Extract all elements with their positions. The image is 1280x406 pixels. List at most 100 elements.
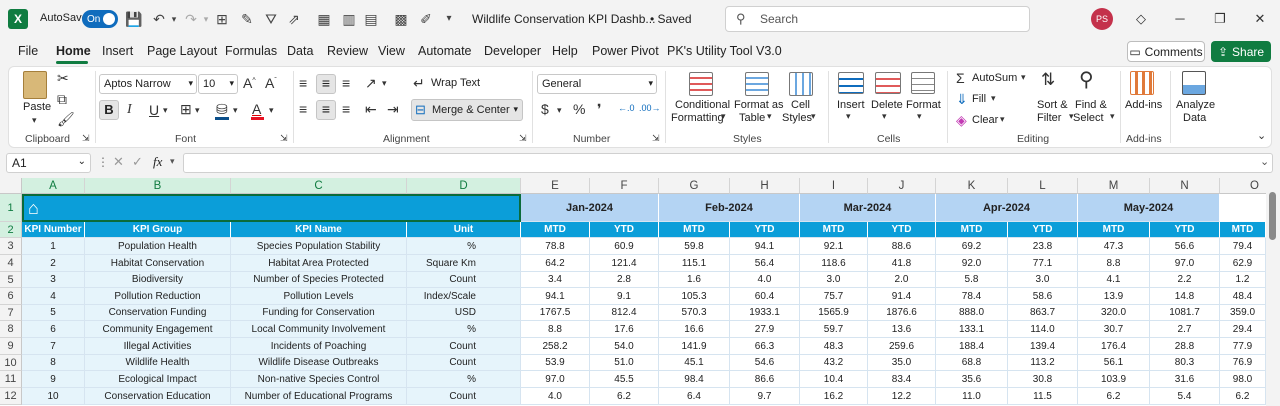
- align-bottom-icon[interactable]: ≡: [342, 75, 350, 91]
- font-color-dropdown-icon[interactable]: ▾: [269, 105, 274, 116]
- kpi-value-cell[interactable]: 14.8: [1150, 288, 1220, 305]
- decrease-decimal-icon[interactable]: .00→: [639, 103, 661, 113]
- kpi-value-cell[interactable]: 5.4: [1150, 388, 1220, 405]
- kpi-value-cell[interactable]: 64.2: [521, 255, 590, 272]
- row-header-11[interactable]: 11: [0, 371, 22, 388]
- scrollbar-thumb[interactable]: [1269, 192, 1276, 240]
- kpi-value-cell[interactable]: 6.2: [1220, 388, 1266, 405]
- insert-cells-icon[interactable]: [838, 72, 864, 94]
- autosum-icon[interactable]: Σ: [956, 70, 965, 86]
- italic-icon[interactable]: I: [127, 102, 132, 118]
- kpi-value-cell[interactable]: 11.5: [1008, 388, 1078, 405]
- chevron-down-icon[interactable]: ▾: [991, 93, 996, 104]
- filter-icon[interactable]: ⛛: [262, 10, 280, 28]
- format-as-table-icon[interactable]: [745, 72, 769, 96]
- kpi-value-cell[interactable]: 69.2: [936, 238, 1008, 255]
- orientation-icon[interactable]: ↗: [365, 75, 377, 92]
- find-select-label-1[interactable]: Find &: [1075, 99, 1107, 111]
- calculator-icon[interactable]: ▩: [392, 10, 410, 28]
- column-header-a[interactable]: A: [22, 178, 85, 194]
- kpi-value-cell[interactable]: 51.0: [590, 355, 659, 371]
- kpi-value-cell[interactable]: 29.4: [1220, 321, 1266, 338]
- find-select-icon[interactable]: ⚲: [1079, 67, 1094, 92]
- percent-icon[interactable]: %: [573, 101, 585, 117]
- kpi-value-cell[interactable]: 6.4: [659, 388, 730, 405]
- conditional-formatting-icon[interactable]: [689, 72, 713, 96]
- kpi-name-cell[interactable]: Local Community Involvement: [231, 321, 407, 338]
- kpi-value-cell[interactable]: 2.2: [1150, 272, 1220, 288]
- kpi-value-cell[interactable]: 83.4: [868, 371, 936, 388]
- expand-formula-icon[interactable]: ⌄: [1260, 155, 1269, 168]
- kpi-unit-cell[interactable]: %: [407, 238, 521, 255]
- column-header-c[interactable]: C: [231, 178, 407, 194]
- menu-help[interactable]: Help: [552, 44, 578, 58]
- kpi-group-cell[interactable]: Community Engagement: [85, 321, 231, 338]
- decrease-indent-icon[interactable]: ⇤: [365, 101, 377, 118]
- menu-pk-utility[interactable]: PK's Utility Tool V3.0: [667, 44, 782, 58]
- restore-icon[interactable]: ❐: [1210, 9, 1230, 29]
- underline-dropdown-icon[interactable]: ▾: [163, 105, 168, 116]
- currency-dropdown-icon[interactable]: ▾: [557, 105, 562, 116]
- kpi-name-cell[interactable]: Wildlife Disease Outbreaks: [231, 355, 407, 371]
- borders-dropdown-icon[interactable]: ▾: [195, 105, 200, 116]
- wrap-text-label[interactable]: Wrap Text: [431, 77, 480, 89]
- kpi-unit-cell[interactable]: Index/Scale: [407, 288, 521, 305]
- bold-icon[interactable]: B: [99, 100, 119, 120]
- kpi-value-cell[interactable]: 11.0: [936, 388, 1008, 405]
- kpi-name-cell[interactable]: Number of Species Protected: [231, 272, 407, 288]
- find-select-label-2[interactable]: Select: [1073, 112, 1104, 124]
- kpi-value-cell[interactable]: 56.4: [730, 255, 800, 272]
- kpi-value-cell[interactable]: 4.0: [730, 272, 800, 288]
- layout-icon[interactable]: ▦: [315, 10, 333, 28]
- menu-home[interactable]: Home: [56, 44, 91, 58]
- kpi-value-cell[interactable]: 86.6: [730, 371, 800, 388]
- cell-styles-label-1[interactable]: Cell: [791, 99, 810, 111]
- kpi-value-cell[interactable]: 23.8: [1008, 238, 1078, 255]
- kpi-number-cell[interactable]: 8: [22, 355, 85, 371]
- increase-font-icon[interactable]: A^: [243, 75, 256, 91]
- kpi-value-cell[interactable]: 139.4: [1008, 338, 1078, 355]
- kpi-value-cell[interactable]: 6.2: [590, 388, 659, 405]
- menu-formulas[interactable]: Formulas: [225, 44, 277, 58]
- cancel-icon[interactable]: ✕: [113, 154, 124, 170]
- spreadsheet-grid[interactable]: A B C D E F G H I J K L M N O 1 2 3 4 5 6 7 8 9 10 11 12 ⌂ Jan-2024 F…: [0, 178, 1280, 406]
- kpi-value-cell[interactable]: 77.1: [1008, 255, 1078, 272]
- autosum-label[interactable]: AutoSum: [972, 72, 1017, 84]
- kpi-value-cell[interactable]: 30.7: [1078, 321, 1150, 338]
- format-cells-icon[interactable]: [911, 72, 935, 94]
- kpi-value-cell[interactable]: 3.0: [800, 272, 868, 288]
- column-header-l[interactable]: L: [1008, 178, 1078, 194]
- chevron-down-icon[interactable]: ▾: [767, 111, 772, 122]
- insert-function-icon[interactable]: fx: [153, 154, 162, 170]
- row-header-8[interactable]: 8: [0, 321, 22, 338]
- close-icon[interactable]: ✕: [1250, 9, 1270, 29]
- chevron-down-icon[interactable]: ▾: [917, 111, 922, 122]
- insert-cells-label[interactable]: Insert: [837, 99, 865, 111]
- kpi-unit-cell[interactable]: Count: [407, 272, 521, 288]
- menu-automate[interactable]: Automate: [418, 44, 472, 58]
- kpi-value-cell[interactable]: 570.3: [659, 305, 730, 321]
- kpi-value-cell[interactable]: 2.7: [1150, 321, 1220, 338]
- kpi-value-cell[interactable]: 98.0: [1220, 371, 1266, 388]
- kpi-value-cell[interactable]: 35.0: [868, 355, 936, 371]
- kpi-value-cell[interactable]: 13.9: [1078, 288, 1150, 305]
- kpi-value-cell[interactable]: 2.8: [590, 272, 659, 288]
- analyze-data-label-2[interactable]: Data: [1183, 112, 1206, 124]
- kpi-value-cell[interactable]: 62.9: [1220, 255, 1266, 272]
- kpi-value-cell[interactable]: 92.0: [936, 255, 1008, 272]
- kpi-value-cell[interactable]: 105.3: [659, 288, 730, 305]
- comments-button[interactable]: ▭ Comments: [1127, 41, 1205, 62]
- kpi-value-cell[interactable]: 320.0: [1078, 305, 1150, 321]
- fill-color-icon[interactable]: ⛁: [216, 101, 228, 118]
- menu-power-pivot[interactable]: Power Pivot: [592, 44, 659, 58]
- kpi-value-cell[interactable]: 2.0: [868, 272, 936, 288]
- comma-style-icon[interactable]: ❜: [597, 101, 602, 118]
- copy-icon[interactable]: ⧉: [57, 91, 67, 108]
- column-header-e[interactable]: E: [521, 178, 590, 194]
- column-header-h[interactable]: H: [730, 178, 800, 194]
- row-header-1[interactable]: 1: [0, 194, 22, 222]
- home-icon[interactable]: ⌂: [28, 198, 39, 218]
- autosave-toggle[interactable]: On: [82, 10, 118, 28]
- row-header-2[interactable]: 2: [0, 222, 22, 238]
- delete-cells-icon[interactable]: [875, 72, 901, 94]
